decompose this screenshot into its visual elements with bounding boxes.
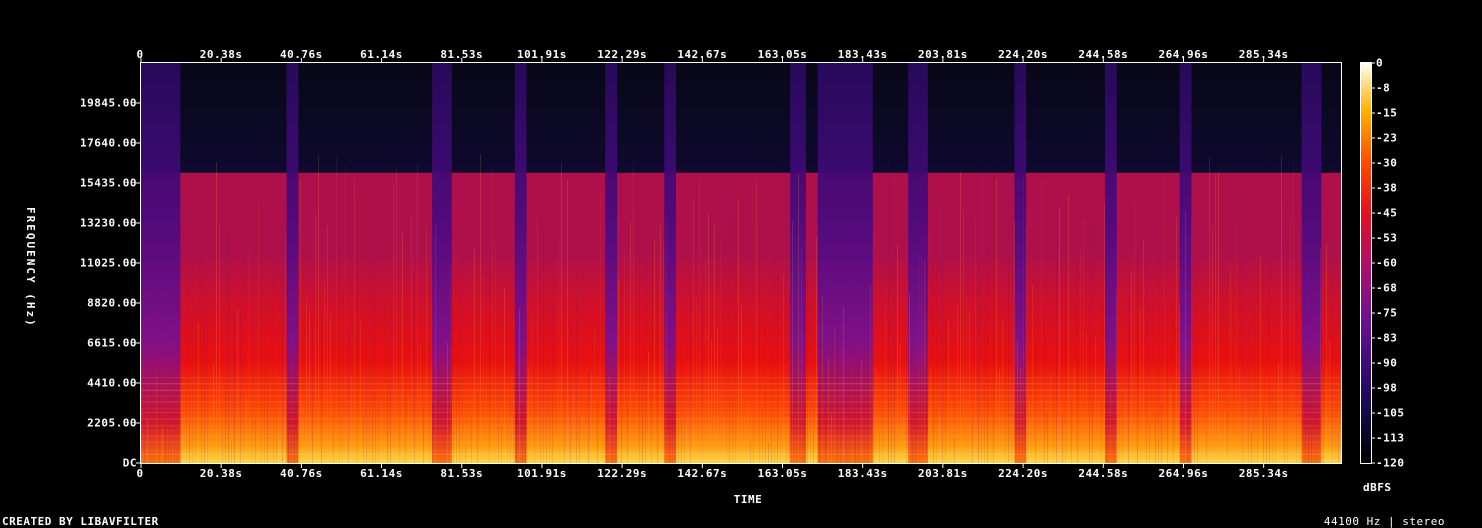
colorbar-tick-label: -23 xyxy=(1376,131,1398,145)
footer-audio-info: 44100 Hz | stereo xyxy=(1323,515,1445,528)
y-tick-label: 2205.00 xyxy=(87,416,137,430)
colorbar-tick-label: -60 xyxy=(1376,256,1398,270)
x-tick-label-bottom: 81.53s xyxy=(440,467,484,480)
colorbar-tick-label: -98 xyxy=(1376,381,1398,395)
x-tick-label-top: 264.96s xyxy=(1158,48,1209,61)
x-tick-label-top: 183.43s xyxy=(837,48,888,61)
x-tick-label-bottom: 203.81s xyxy=(917,467,968,480)
x-tick-label-top: 61.14s xyxy=(360,48,403,61)
spectrogram-quiet-segment xyxy=(605,63,618,463)
x-tick-label-top: 20.38s xyxy=(199,48,243,61)
x-tick-label-top: 203.81s xyxy=(917,48,968,61)
y-tick-label: 4410.00 xyxy=(87,376,137,390)
x-tick-label-top: 81.53s xyxy=(440,48,484,61)
y-tick-label: 6615.00 xyxy=(87,336,137,350)
colorbar-tick-label: -38 xyxy=(1376,181,1398,195)
colorbar-tick-label: -8 xyxy=(1376,81,1391,95)
colorbar-label: dBFS xyxy=(1363,481,1392,494)
colorbar-tick-label: -30 xyxy=(1376,156,1398,170)
x-tick-label-bottom: 285.34s xyxy=(1238,467,1289,480)
x-tick-label-top: 224.20s xyxy=(998,48,1049,61)
x-tick-label-top: 244.58s xyxy=(1078,48,1129,61)
colorbar xyxy=(1361,63,1371,463)
x-tick-label-bottom: 163.05s xyxy=(757,467,808,480)
x-tick-label-bottom: 40.76s xyxy=(279,467,323,480)
colorbar-tick-label: -75 xyxy=(1376,306,1398,320)
y-tick-label: 17640.00 xyxy=(80,136,137,150)
x-tick-label-bottom: 61.14s xyxy=(360,467,403,480)
colorbar-tick-label: -120 xyxy=(1376,456,1405,470)
y-tick-label: 8820.00 xyxy=(87,296,137,310)
y-tick-label: 19845.00 xyxy=(80,96,137,110)
x-tick-label-top: 40.76s xyxy=(279,48,323,61)
x-tick-label-bottom: 264.96s xyxy=(1158,467,1209,480)
x-tick-label-top: 142.67s xyxy=(677,48,728,61)
colorbar-tick-label: -83 xyxy=(1376,331,1398,345)
colorbar-tick-label: -113 xyxy=(1376,431,1405,445)
x-tick-label-bottom: 183.43s xyxy=(837,467,888,480)
colorbar-tick-label: -15 xyxy=(1376,106,1398,120)
x-tick-label-bottom: 224.20s xyxy=(998,467,1049,480)
y-tick-label: DC xyxy=(122,456,137,470)
time-axis-label: TIME xyxy=(733,493,763,506)
x-tick-label-top: 122.29s xyxy=(597,48,648,61)
colorbar-tick-label: -45 xyxy=(1376,206,1398,220)
x-tick-label-bottom: 244.58s xyxy=(1078,467,1129,480)
y-tick-label: 11025.00 xyxy=(80,256,137,270)
spectrogram-plot-area xyxy=(141,63,1341,464)
y-tick-label: 13230.00 xyxy=(80,216,137,230)
x-tick-label-top: 0 xyxy=(136,48,144,61)
x-tick-label-bottom: 101.91s xyxy=(517,467,567,480)
y-tick-label: 15435.00 xyxy=(80,176,137,190)
x-tick-label-top: 101.91s xyxy=(517,48,567,61)
footer-credit: CREATED BY LIBAVFILTER xyxy=(2,515,159,528)
colorbar-tick-label: 0 xyxy=(1376,56,1384,70)
colorbar-tick-label: -68 xyxy=(1376,281,1398,295)
spectrogram-chart xyxy=(136,58,1375,468)
x-tick-label-bottom: 122.29s xyxy=(597,467,648,480)
colorbar-tick-label: -53 xyxy=(1376,231,1398,245)
colorbar-tick-label: -90 xyxy=(1376,356,1398,370)
x-tick-label-bottom: 0 xyxy=(136,467,144,480)
colorbar-tick-label: -105 xyxy=(1376,406,1405,420)
x-tick-label-top: 163.05s xyxy=(757,48,808,61)
x-tick-label-bottom: 142.67s xyxy=(677,467,728,480)
x-tick-label-bottom: 20.38s xyxy=(199,467,243,480)
frequency-axis-label: FREQUENCY (Hz) xyxy=(24,207,37,328)
x-tick-label-top: 285.34s xyxy=(1238,48,1289,61)
